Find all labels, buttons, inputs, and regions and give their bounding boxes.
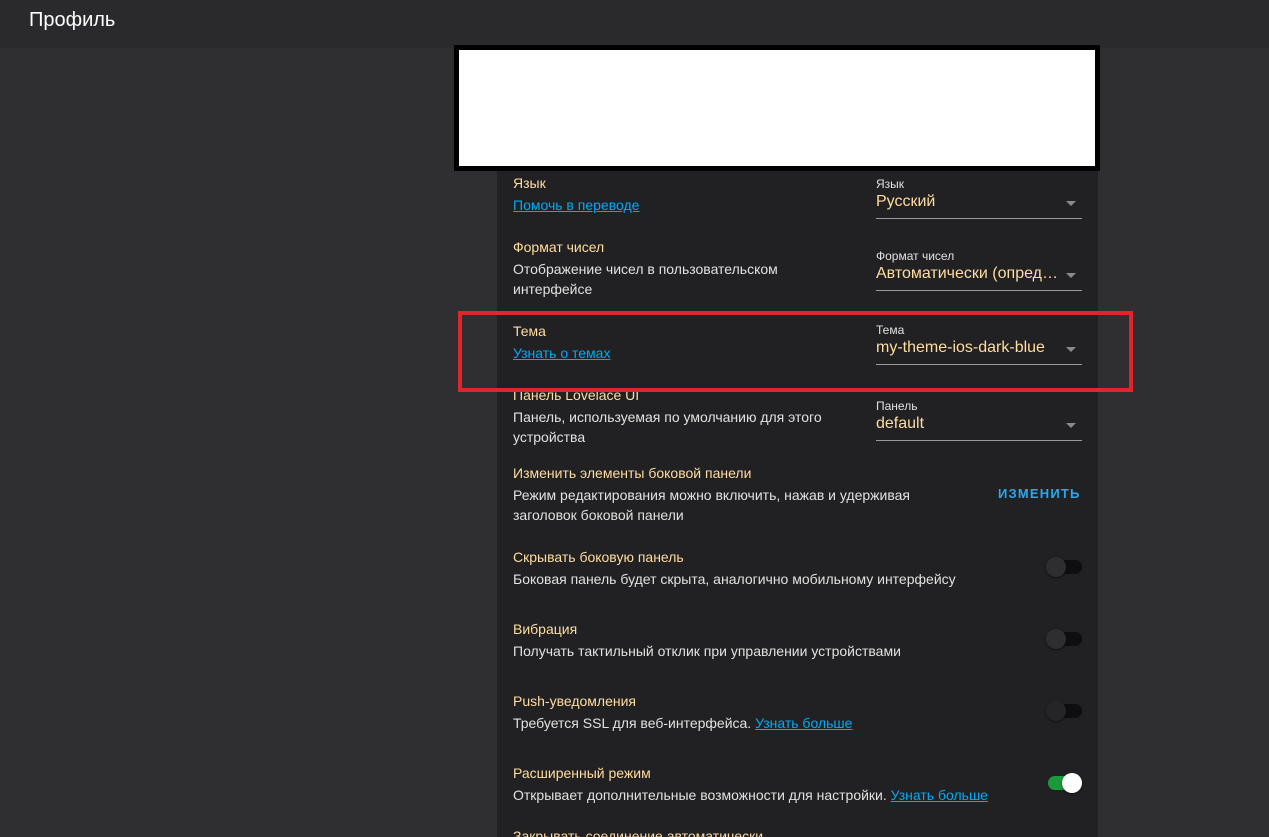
edit-sidebar-button[interactable]: ИЗМЕНИТЬ bbox=[998, 486, 1081, 501]
push-toggle[interactable] bbox=[1046, 701, 1082, 721]
push-title: Push-уведомления bbox=[513, 693, 636, 709]
theme-select-label: Тема bbox=[876, 323, 905, 337]
learn-themes-link[interactable]: Узнать о темах bbox=[513, 345, 610, 361]
number-format-select-label: Формат чисел bbox=[876, 249, 955, 263]
select-underline bbox=[876, 290, 1082, 291]
dashboard-select[interactable]: Панель default bbox=[876, 399, 1082, 441]
page-title: Профиль bbox=[29, 9, 116, 31]
vibration-desc: Получать тактильный отклик при управлени… bbox=[513, 643, 901, 659]
language-row: Язык Помочь в переводе Язык Русский bbox=[513, 175, 1082, 225]
theme-select[interactable]: Тема my-theme-ios-dark-blue bbox=[876, 323, 1082, 365]
advanced-title: Расширенный режим bbox=[513, 765, 651, 781]
dashboard-row: Панель Lovelace UI Панель, используемая … bbox=[513, 387, 1082, 451]
number-format-select[interactable]: Формат чисел Автоматически (опреде... bbox=[876, 249, 1082, 291]
toggle-knob bbox=[1046, 629, 1066, 649]
push-learn-more-link[interactable]: Узнать больше bbox=[755, 715, 852, 731]
select-underline bbox=[876, 440, 1082, 441]
theme-title: Тема bbox=[513, 323, 546, 339]
hide-sidebar-row: Скрывать боковую панель Боковая панель б… bbox=[513, 549, 1082, 593]
push-row: Push-уведомления Требуется SSL для веб-и… bbox=[513, 693, 1082, 737]
vibration-title: Вибрация bbox=[513, 621, 578, 637]
push-desc: Требуется SSL для веб-интерфейса. bbox=[513, 715, 752, 731]
toggle-knob bbox=[1046, 557, 1066, 577]
select-underline bbox=[876, 218, 1082, 219]
theme-select-value: my-theme-ios-dark-blue bbox=[876, 339, 1045, 356]
theme-link: Узнать о темах bbox=[513, 343, 610, 363]
number-format-row: Формат чисел Отображение чисел в пользов… bbox=[513, 239, 1082, 303]
sidebar-edit-desc: Режим редактирования можно включить, наж… bbox=[513, 487, 910, 523]
dashboard-title: Панель Lovelace UI bbox=[513, 387, 640, 403]
theme-row: Тема Узнать о темах Тема my-theme-ios-da… bbox=[513, 323, 1082, 373]
hide-sidebar-toggle[interactable] bbox=[1046, 557, 1082, 577]
settings-card: Язык Помочь в переводе Язык Русский Форм… bbox=[497, 165, 1098, 837]
auto-close-row: Закрывать соединение автоматически bbox=[513, 828, 1082, 837]
auto-close-title: Закрывать соединение автоматически bbox=[513, 828, 764, 837]
dashboard-select-label: Панель bbox=[876, 399, 918, 413]
push-desc-line: Требуется SSL для веб-интерфейса. Узнать… bbox=[513, 713, 993, 733]
language-select-label: Язык bbox=[876, 177, 905, 191]
vibration-row: Вибрация Получать тактильный отклик при … bbox=[513, 621, 1082, 665]
advanced-learn-more-link[interactable]: Узнать больше bbox=[891, 787, 988, 803]
language-select[interactable]: Язык Русский bbox=[876, 177, 1082, 219]
advanced-desc: Открывает дополнительные возможности для… bbox=[513, 787, 887, 803]
select-underline bbox=[876, 364, 1082, 365]
hide-sidebar-desc: Боковая панель будет скрыта, аналогично … bbox=[513, 571, 956, 587]
vibration-toggle[interactable] bbox=[1046, 629, 1082, 649]
advanced-mode-toggle[interactable] bbox=[1046, 773, 1082, 793]
dashboard-select-value: default bbox=[876, 415, 925, 432]
dropdown-arrow-icon bbox=[1066, 273, 1076, 278]
redacted-area bbox=[454, 45, 1100, 171]
language-link: Помочь в переводе bbox=[513, 195, 639, 215]
dashboard-desc: Панель, используемая по умолчанию для эт… bbox=[513, 409, 822, 445]
hide-sidebar-title: Скрывать боковую панель bbox=[513, 549, 684, 565]
toggle-knob bbox=[1046, 701, 1066, 721]
number-format-desc: Отображение чисел в пользовательском инт… bbox=[513, 261, 778, 297]
number-format-title: Формат чисел bbox=[513, 239, 605, 255]
advanced-row: Расширенный режим Открывает дополнительн… bbox=[513, 765, 1082, 809]
help-translate-link[interactable]: Помочь в переводе bbox=[513, 197, 639, 213]
dropdown-arrow-icon bbox=[1066, 423, 1076, 428]
advanced-desc-line: Открывает дополнительные возможности для… bbox=[513, 785, 1013, 805]
language-select-value: Русский bbox=[876, 193, 936, 210]
toggle-knob bbox=[1062, 773, 1082, 793]
dropdown-arrow-icon bbox=[1066, 201, 1076, 206]
number-format-select-value: Автоматически (опреде... bbox=[876, 265, 1062, 282]
language-title: Язык bbox=[513, 175, 546, 191]
sidebar-edit-row: Изменить элементы боковой панели Режим р… bbox=[513, 465, 1082, 529]
dropdown-arrow-icon bbox=[1066, 347, 1076, 352]
app-header: Профиль bbox=[0, 0, 1269, 48]
sidebar-edit-title: Изменить элементы боковой панели bbox=[513, 465, 752, 481]
